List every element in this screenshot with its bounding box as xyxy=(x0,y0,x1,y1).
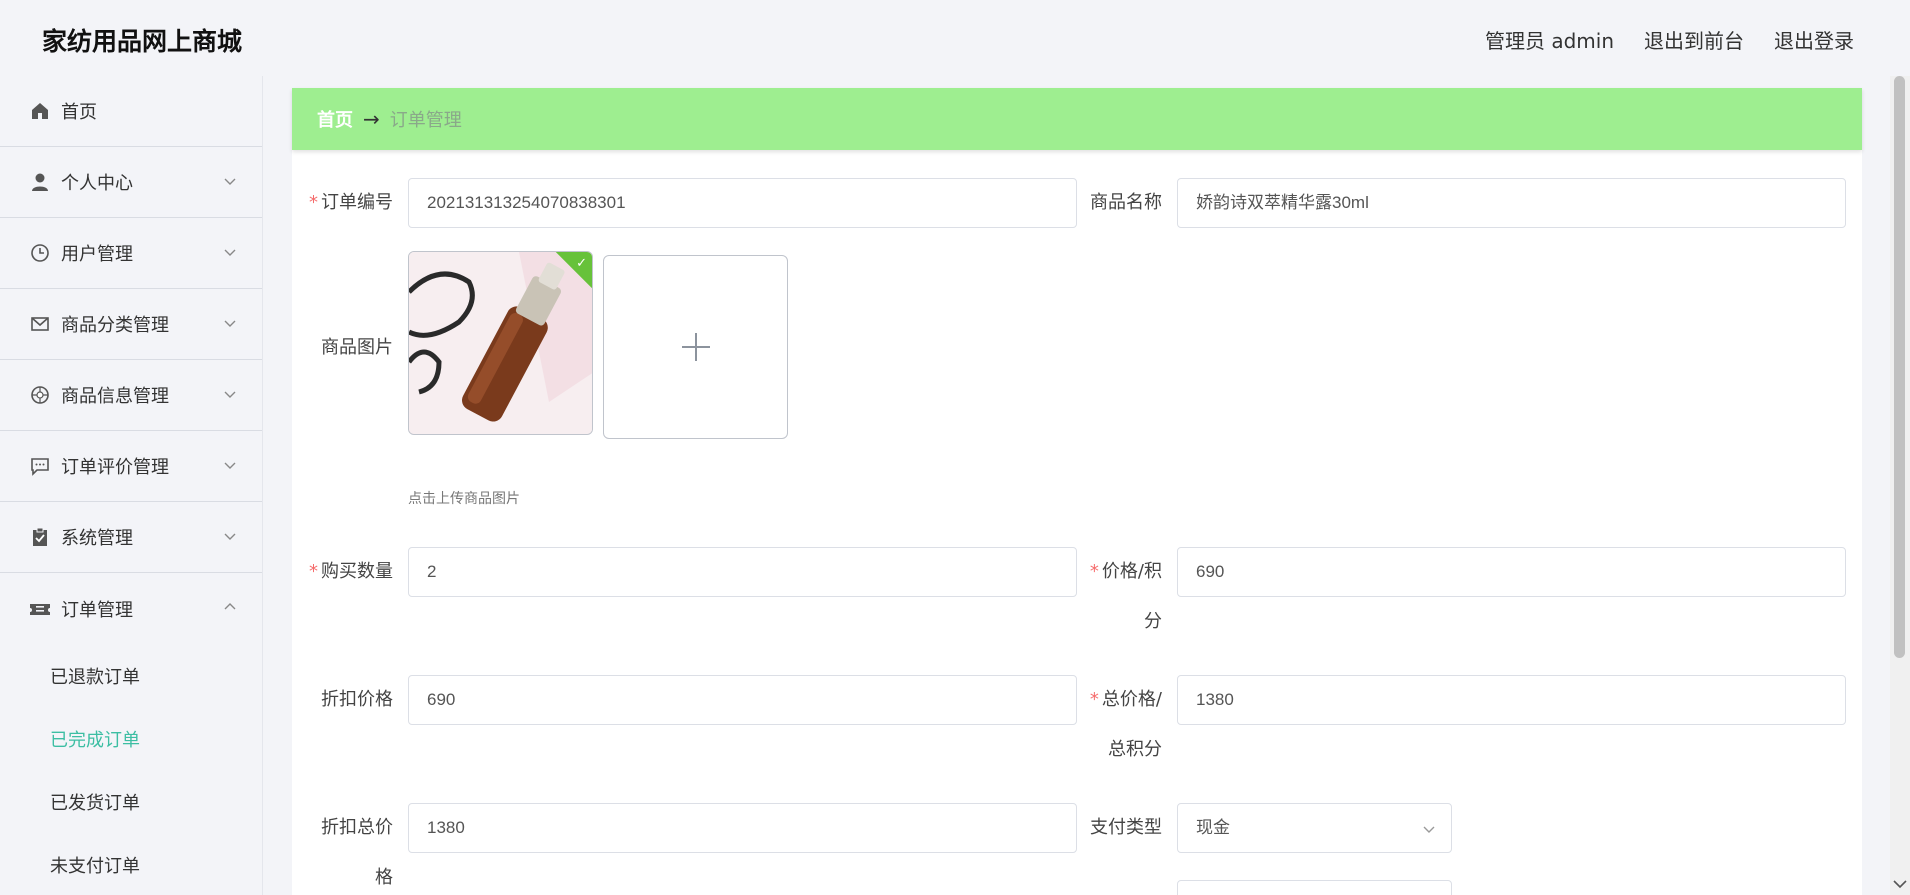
sidebar-item-personal-center[interactable]: 个人中心 xyxy=(0,147,262,218)
chevron-down-icon xyxy=(224,462,236,469)
pay-type-value: 现金 xyxy=(1196,818,1230,837)
sidebar-item-label: 个人中心 xyxy=(61,173,133,194)
plus-icon xyxy=(681,333,710,361)
chevron-down-icon xyxy=(224,178,236,185)
price-input[interactable]: 690 xyxy=(1177,547,1846,597)
check-icon: ✓ xyxy=(576,256,587,271)
sidebar-item-user-management[interactable]: 用户管理 xyxy=(0,218,262,289)
product-name-input[interactable]: 娇韵诗双萃精华露30ml xyxy=(1177,178,1846,228)
total-price-input[interactable]: 1380 xyxy=(1177,675,1846,725)
sidebar-item-product-info[interactable]: 商品信息管理 xyxy=(0,360,262,431)
serum-bottle-image xyxy=(409,252,592,434)
total-price-label: * 总价格/总积分 xyxy=(1089,689,1162,760)
clipboard-icon xyxy=(29,526,51,548)
discount-price-label: 折扣价格 xyxy=(321,689,393,710)
sidebar-item-label: 系统管理 xyxy=(61,528,133,549)
chevron-up-icon xyxy=(224,603,236,610)
sidebar-item-order-management[interactable]: 订单管理 xyxy=(0,573,262,644)
home-icon xyxy=(29,100,51,122)
user-icon xyxy=(29,171,51,193)
submenu-item-completed[interactable]: 已完成订单 xyxy=(0,707,262,770)
chevron-down-icon xyxy=(224,320,236,327)
pay-type-select[interactable]: 现金 xyxy=(1177,803,1452,853)
chevron-down-icon xyxy=(224,249,236,256)
upload-hint: 点击上传商品图片 xyxy=(408,491,520,507)
site-brand: 家纺用品网上商城 xyxy=(42,27,243,56)
logout-link[interactable]: 退出登录 xyxy=(1774,25,1854,54)
sidebar-item-category-management[interactable]: 商品分类管理 xyxy=(0,289,262,360)
top-header: 家纺用品网上商城 管理员 admin 退出到前台 退出登录 xyxy=(0,0,1910,76)
admin-user-label: 管理员 admin xyxy=(1484,29,1614,53)
sidebar-item-review-management[interactable]: 订单评价管理 xyxy=(0,431,262,502)
breadcrumb-current: 订单管理 xyxy=(389,110,462,131)
ticket-icon xyxy=(29,598,51,620)
chevron-down-icon xyxy=(224,533,236,540)
arrow-right-icon: → xyxy=(363,107,380,131)
breadcrumb: 首页 → 订单管理 xyxy=(292,88,1862,150)
sidebar: 首页 个人中心 用户管理 商品分类管理 商品信息管理 订单评价管理 系统管理 订… xyxy=(0,76,263,895)
sidebar-item-label: 订单管理 xyxy=(61,599,133,621)
discount-total-input[interactable]: 1380 xyxy=(408,803,1077,853)
scrollbar-thumb[interactable] xyxy=(1894,76,1905,658)
chat-icon xyxy=(29,455,51,477)
sidebar-item-label: 商品信息管理 xyxy=(61,386,169,407)
product-image-thumbnail[interactable]: ✓ xyxy=(408,251,593,435)
sidebar-item-label: 首页 xyxy=(61,102,97,123)
scroll-down-arrow-icon[interactable] xyxy=(1893,879,1907,889)
mail-icon xyxy=(29,313,51,335)
order-submenu: 已退款订单 已完成订单 已发货订单 未支付订单 xyxy=(0,644,262,895)
product-image-label: 商品图片 xyxy=(321,337,393,358)
quantity-label: * 购买数量 xyxy=(309,561,393,582)
discount-price-input[interactable]: 690 xyxy=(408,675,1077,725)
vertical-scrollbar[interactable] xyxy=(1890,76,1910,895)
compass-icon xyxy=(29,384,51,406)
order-no-label: * 订单编号 xyxy=(309,192,393,213)
sidebar-item-system-management[interactable]: 系统管理 xyxy=(0,502,262,573)
product-name-label: 商品名称 xyxy=(1090,192,1162,213)
pay-type-label: 支付类型 xyxy=(1090,817,1162,838)
sidebar-item-home[interactable]: 首页 xyxy=(0,76,262,147)
sidebar-item-label: 用户管理 xyxy=(61,244,133,265)
quantity-input[interactable]: 2 xyxy=(408,547,1077,597)
exit-to-front-link[interactable]: 退出到前台 xyxy=(1644,25,1744,54)
chevron-down-icon xyxy=(224,391,236,398)
submenu-item-refunded[interactable]: 已退款订单 xyxy=(0,644,262,707)
discount-total-label: 折扣总价格 xyxy=(321,817,393,888)
clock-icon xyxy=(29,242,51,264)
next-select-field[interactable] xyxy=(1177,880,1452,895)
submenu-item-shipped[interactable]: 已发货订单 xyxy=(0,770,262,833)
price-label: * 价格/积分 xyxy=(1089,561,1162,632)
chevron-down-icon xyxy=(1423,826,1435,833)
submenu-item-unpaid[interactable]: 未支付订单 xyxy=(0,833,262,895)
image-upload-button[interactable] xyxy=(603,255,788,439)
sidebar-item-label: 订单评价管理 xyxy=(61,457,169,478)
header-actions: 管理员 admin 退出到前台 退出登录 xyxy=(1485,25,1854,54)
breadcrumb-home[interactable]: 首页 xyxy=(317,106,353,132)
order-no-input[interactable]: 20213131325407083830​1 xyxy=(408,178,1077,228)
sidebar-item-label: 商品分类管理 xyxy=(61,315,169,336)
